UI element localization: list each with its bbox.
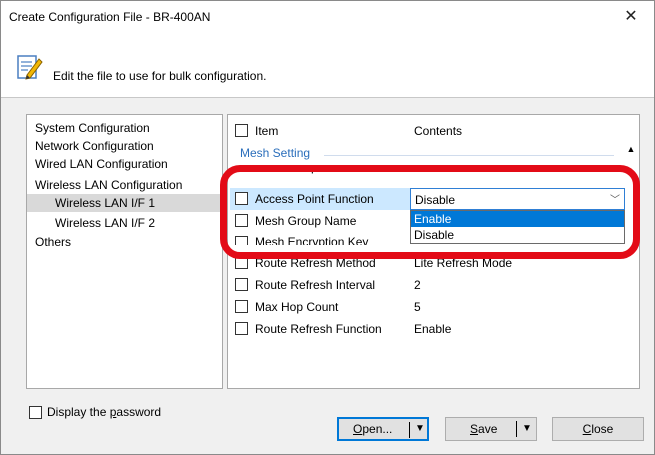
column-header-contents: Contents [414,124,463,138]
column-header-item: Item [255,124,279,138]
close-button[interactable]: Close [552,417,644,441]
instruction-header: Edit the file to use for bulk configurat… [1,32,654,98]
row-value: 5 [414,300,421,314]
close-icon[interactable]: ✕ [608,1,654,32]
group-mesh-setting: Mesh Setting [240,146,311,160]
dialog-window: Create Configuration File - BR-400AN ✕ E… [0,0,655,455]
scroll-up-arrow-icon[interactable]: ▲ [624,142,638,156]
window-title: Create Configuration File - BR-400AN [9,10,211,24]
save-button[interactable]: Save ▼ [445,417,537,441]
row-value: 2 [414,278,421,292]
highlight-annotation [220,165,640,259]
row-item-label: Route Refresh Interval [255,278,376,292]
select-all-checkbox[interactable] [235,124,248,137]
tree-item-wireless-lan-if-1[interactable]: Wireless LAN I/F 1 [27,194,222,212]
tree-item-wired-lan-configuration[interactable]: Wired LAN Configuration [35,155,168,173]
open-dropdown-arrow-icon[interactable]: ▼ [415,419,425,439]
display-password-label: Display the password [47,405,162,419]
edit-document-icon [17,55,43,80]
row-checkbox[interactable] [235,322,248,335]
row-item-label: Route Refresh Function [255,322,382,336]
row-value: Enable [414,322,452,336]
display-password-checkbox[interactable] [29,406,42,419]
grid-header-row: Item Contents [228,121,623,143]
category-tree[interactable]: System Configuration Network Configurati… [26,114,223,389]
table-row[interactable]: Route Refresh Interval 2 [228,274,623,296]
tree-item-wireless-lan-configuration[interactable]: Wireless LAN Configuration [35,176,182,194]
tree-item-others[interactable]: Others [35,233,71,251]
save-dropdown-arrow-icon[interactable]: ▼ [522,418,532,440]
row-checkbox[interactable] [235,300,248,313]
tree-item-wireless-lan-if-2[interactable]: Wireless LAN I/F 2 [55,214,155,232]
group-divider [324,155,614,156]
tree-item-system-configuration[interactable]: System Configuration [35,119,150,137]
title-bar: Create Configuration File - BR-400AN ✕ [1,1,654,32]
row-item-label: Max Hop Count [255,300,339,314]
tree-item-network-configuration[interactable]: Network Configuration [35,137,154,155]
instruction-text: Edit the file to use for bulk configurat… [53,69,267,83]
row-checkbox[interactable] [235,278,248,291]
table-row[interactable]: Max Hop Count 5 [228,296,623,318]
open-button[interactable]: Open... ▼ [337,417,429,441]
table-row[interactable]: Route Refresh Function Enable [228,318,623,340]
